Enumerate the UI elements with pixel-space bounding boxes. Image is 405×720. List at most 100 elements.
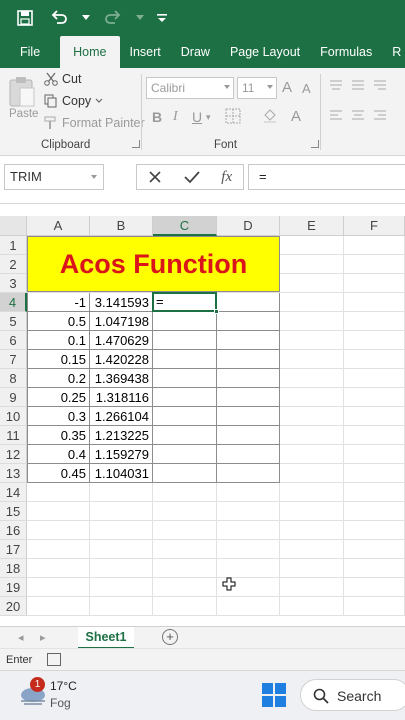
table-cell-d[interactable] [217,331,280,350]
table-cell-b[interactable]: 3.141593 [90,293,153,312]
row-header-4[interactable]: 4 [0,293,27,312]
cell-b16[interactable] [90,521,153,540]
cell-f17[interactable] [344,540,405,559]
cell-f10[interactable] [344,407,405,426]
cell-e16[interactable] [280,521,344,540]
row-header-18[interactable]: 18 [0,559,27,578]
sheet-tab-sheet1[interactable]: Sheet1 [78,627,134,649]
row-header-14[interactable]: 14 [0,483,27,502]
row-header-20[interactable]: 20 [0,597,27,616]
table-cell-c[interactable] [153,350,217,369]
table-cell-d[interactable] [217,407,280,426]
cell-f8[interactable] [344,369,405,388]
cell-a15[interactable] [27,502,90,521]
cell-f4[interactable] [344,293,405,312]
cell-f2[interactable] [344,255,405,274]
add-sheet-icon[interactable]: + [162,629,178,645]
cell-c20[interactable] [153,597,217,616]
column-header-a[interactable]: A [27,216,90,236]
cell-d14[interactable] [217,483,280,502]
undo-icon[interactable] [48,7,70,29]
borders-icon[interactable] [225,108,241,127]
weather-condition[interactable]: Fog [50,696,71,710]
table-cell-b[interactable]: 1.213225 [90,426,153,445]
column-header-f[interactable]: F [344,216,405,236]
cell-f5[interactable] [344,312,405,331]
cell-c18[interactable] [153,559,217,578]
row-header-19[interactable]: 19 [0,578,27,597]
table-cell-a[interactable]: 0.5 [27,312,90,331]
cell-e1[interactable] [280,236,344,255]
table-cell-a[interactable]: 0.4 [27,445,90,464]
underline-button[interactable]: U [192,109,202,125]
table-cell-b[interactable]: 1.470629 [90,331,153,350]
row-header-3[interactable]: 3 [0,274,27,293]
chevron-down-icon[interactable] [95,98,103,104]
table-cell-d[interactable] [217,426,280,445]
font-color-icon[interactable]: A [291,108,301,125]
cell-f1[interactable] [344,236,405,255]
check-icon[interactable] [183,170,200,184]
column-header-e[interactable]: E [280,216,344,236]
cell-c17[interactable] [153,540,217,559]
row-header-9[interactable]: 9 [0,388,27,407]
cell-d20[interactable] [217,597,280,616]
table-cell-b[interactable]: 1.369438 [90,369,153,388]
cell-d16[interactable] [217,521,280,540]
tab-home[interactable]: Home [60,36,120,68]
select-all-corner[interactable] [0,216,27,236]
cell-f3[interactable] [344,274,405,293]
redo-icon[interactable] [102,7,124,29]
column-header-b[interactable]: B [90,216,153,236]
cell-f20[interactable] [344,597,405,616]
table-cell-b[interactable]: 1.159279 [90,445,153,464]
row-header-15[interactable]: 15 [0,502,27,521]
table-cell-a[interactable]: 0.1 [27,331,90,350]
cancel-icon[interactable] [148,170,162,184]
tab-review[interactable]: R [382,36,405,68]
cell-a20[interactable] [27,597,90,616]
cell-e13[interactable] [280,464,344,483]
table-cell-a[interactable]: 0.25 [27,388,90,407]
cell-f9[interactable] [344,388,405,407]
cell-a14[interactable] [27,483,90,502]
cell-c15[interactable] [153,502,217,521]
save-icon[interactable] [14,7,36,29]
cell-e6[interactable] [280,331,344,350]
tab-page-layout[interactable]: Page Layout [220,36,310,68]
cell-e5[interactable] [280,312,344,331]
scroll-right-icon[interactable]: ▸ [40,631,46,644]
row-header-5[interactable]: 5 [0,312,27,331]
cell-b18[interactable] [90,559,153,578]
cell-b15[interactable] [90,502,153,521]
clipboard-launcher-icon[interactable] [132,140,140,148]
align-left-icon[interactable] [328,108,388,127]
row-header-1[interactable]: 1 [0,236,27,255]
decrease-font-size-button[interactable]: A [302,81,311,96]
cell-e12[interactable] [280,445,344,464]
cell-f12[interactable] [344,445,405,464]
cell-f11[interactable] [344,426,405,445]
cell-f14[interactable] [344,483,405,502]
italic-button[interactable]: I [173,109,178,125]
cell-e9[interactable] [280,388,344,407]
cell-e11[interactable] [280,426,344,445]
table-cell-d[interactable] [217,464,280,483]
cell-c16[interactable] [153,521,217,540]
cell-f7[interactable] [344,350,405,369]
cell-f16[interactable] [344,521,405,540]
redo-dropdown-icon[interactable] [136,7,144,29]
cell-f19[interactable] [344,578,405,597]
cell-a19[interactable] [27,578,90,597]
cell-a17[interactable] [27,540,90,559]
table-cell-c[interactable] [153,369,217,388]
row-header-11[interactable]: 11 [0,426,27,445]
worksheet-grid[interactable]: A B C D E F 1 2 3 4 5 6 7 8 9 10 11 12 13 14 15 16 17 18 19 20 Aco… [0,216,405,626]
formula-input[interactable]: = [248,164,405,190]
fill-handle[interactable] [214,309,219,314]
table-cell-c[interactable] [153,388,217,407]
cell-e3[interactable] [280,274,344,293]
cell-f6[interactable] [344,331,405,350]
cell-d15[interactable] [217,502,280,521]
tab-formulas[interactable]: Formulas [310,36,382,68]
